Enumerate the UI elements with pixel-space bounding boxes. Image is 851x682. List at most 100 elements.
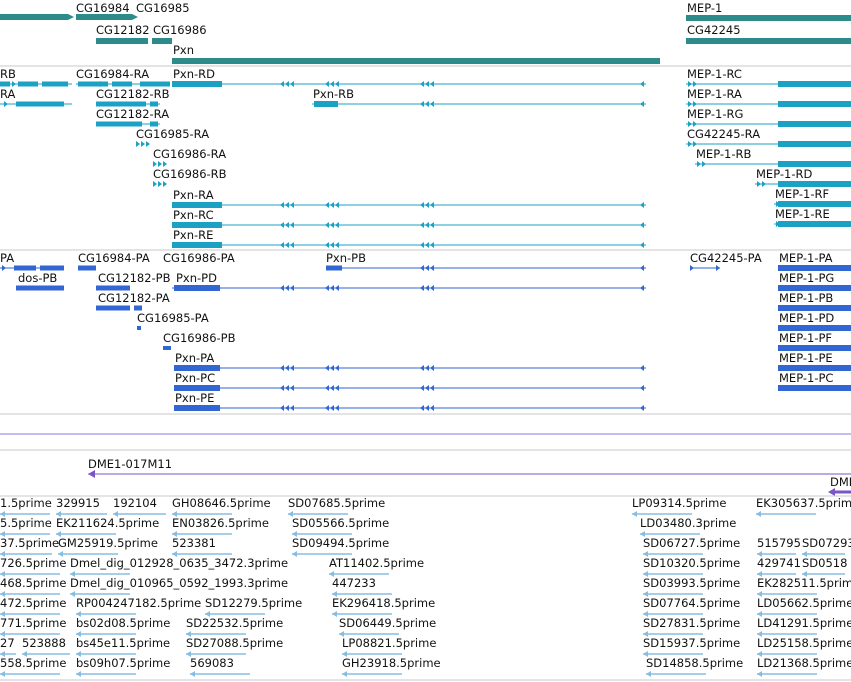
est-label[interactable]: 468.5prime [0, 576, 66, 590]
est-label[interactable]: 515795 [757, 536, 801, 550]
gene-label[interactable]: CG16984 [76, 1, 130, 15]
clone-label[interactable]: DMI [830, 475, 851, 489]
protein-label[interactable]: MEP-1-PB [779, 291, 833, 305]
gene-label[interactable]: CG16986 [153, 23, 207, 37]
protein-label[interactable]: CG16984-PA [78, 251, 150, 265]
protein-label[interactable]: MEP-1-PE [779, 351, 833, 365]
transcript-label[interactable]: Pxn-RB [313, 87, 354, 101]
protein-label[interactable]: CG16986-PA [163, 251, 235, 265]
est-label[interactable]: SD09494.5prime [292, 536, 389, 550]
gene-label[interactable]: MEP-1 [687, 1, 722, 15]
transcript-label[interactable]: CG42245-RA [687, 127, 760, 141]
transcript-label[interactable]: MEP-1-RF [775, 187, 829, 201]
est-label[interactable]: bs09h07.5prime [76, 656, 170, 670]
est-label[interactable]: LP08821.5prime [342, 636, 436, 650]
transcript-label[interactable]: Pxn-RD [173, 67, 215, 81]
est-label[interactable]: bs02d08.5prime [76, 616, 170, 630]
est-label[interactable]: EN03826.5prime [172, 516, 269, 530]
est-label[interactable]: Dmel_dig_012928_0635_3472.3prime [70, 556, 288, 570]
est-label[interactable]: SD27831.5prime [643, 616, 740, 630]
protein-label[interactable]: CG42245-PA [690, 251, 762, 265]
est-label[interactable]: SD07764.5prime [643, 596, 740, 610]
est-label[interactable]: SD06727.5prime [643, 536, 740, 550]
est-label[interactable]: LD25158.5prime [757, 636, 851, 650]
est-label[interactable]: 447233 [332, 576, 376, 590]
transcript-label[interactable]: CG16985-RA [136, 127, 209, 141]
est-label[interactable]: RP004247182.5prime [76, 596, 201, 610]
est-label[interactable]: 27 [0, 636, 15, 650]
est-label[interactable]: SD05566.5prime [292, 516, 389, 530]
transcript-label[interactable]: MEP-1-RA [687, 87, 742, 101]
protein-label[interactable]: dos-PB [18, 271, 57, 285]
transcript-label[interactable]: MEP-1-RB [696, 147, 751, 161]
est-label[interactable]: LD03480.3prime [640, 516, 736, 530]
est-label[interactable]: GM25919.5prime [58, 536, 158, 550]
est-label[interactable]: 523888 [22, 636, 66, 650]
est-label[interactable]: SD07293 [802, 536, 851, 550]
est-label[interactable]: SD15937.5prime [643, 636, 740, 650]
protein-label[interactable]: MEP-1-PD [779, 311, 834, 325]
gene-label[interactable]: CG12182 [96, 23, 150, 37]
est-label[interactable]: 569083 [190, 656, 234, 670]
est-label[interactable]: SD12279.5prime [205, 596, 302, 610]
transcript-label[interactable]: CG16986-RB [153, 167, 227, 181]
protein-label[interactable]: CG12182-PB [98, 271, 171, 285]
protein-label[interactable]: MEP-1-PG [779, 271, 834, 285]
est-label[interactable]: 523381 [172, 536, 216, 550]
est-label[interactable]: 5.5prime [0, 516, 52, 530]
gene-label[interactable]: CG16985 [136, 1, 190, 15]
est-label[interactable]: LD41291.5prime [757, 616, 851, 630]
est-label[interactable]: Dmel_dig_010965_0592_1993.3prime [70, 576, 288, 590]
est-label[interactable]: LD21368.5prime [757, 656, 851, 670]
protein-label[interactable]: PA [0, 251, 14, 265]
protein-label[interactable]: MEP-1-PF [779, 331, 832, 345]
est-label[interactable]: 558.5prime [0, 656, 66, 670]
transcript-label[interactable]: RB [0, 67, 16, 81]
gene-label[interactable]: CG42245 [687, 23, 741, 37]
transcript-label[interactable]: Pxn-RA [173, 188, 214, 202]
transcript-label[interactable]: Pxn-RE [173, 228, 213, 242]
protein-label[interactable]: CG12182-PA [98, 291, 170, 305]
est-label[interactable]: SD07685.5prime [288, 496, 385, 510]
est-label[interactable]: EK211624.5prime [56, 516, 159, 530]
est-label[interactable]: SD10320.5prime [643, 556, 740, 570]
protein-label[interactable]: CG16986-PB [163, 331, 236, 345]
est-label[interactable]: SD27088.5prime [186, 636, 283, 650]
est-label[interactable]: SD06449.5prime [339, 616, 436, 630]
transcript-label[interactable]: MEP-1-RG [687, 107, 743, 121]
est-label[interactable]: 1.5prime [0, 496, 52, 510]
est-label[interactable]: AT11402.5prime [329, 556, 424, 570]
transcript-label[interactable]: CG12182-RA [96, 107, 169, 121]
est-label[interactable]: EK282511.5prime [757, 576, 851, 590]
est-label[interactable]: 771.5prime [0, 616, 66, 630]
transcript-label[interactable]: RA [0, 87, 16, 101]
est-label[interactable]: SD22532.5prime [186, 616, 283, 630]
clone-label[interactable]: DME1-017M11 [88, 457, 172, 471]
transcript-label[interactable]: MEP-1-RD [756, 167, 812, 181]
est-label[interactable]: 329915 [56, 496, 100, 510]
protein-label[interactable]: MEP-1-PA [779, 251, 833, 265]
gene-label[interactable]: Pxn [173, 43, 194, 57]
est-label[interactable]: SD0518 [802, 556, 847, 570]
est-label[interactable]: bs45e11.5prime [76, 636, 170, 650]
protein-label[interactable]: MEP-1-PC [779, 371, 833, 385]
est-label[interactable]: 429741 [757, 556, 801, 570]
protein-label[interactable]: Pxn-PD [176, 271, 217, 285]
protein-label[interactable]: CG16985-PA [137, 311, 209, 325]
est-label[interactable]: SD14858.5prime [646, 656, 743, 670]
protein-label[interactable]: Pxn-PE [175, 391, 214, 405]
transcript-label[interactable]: CG12182-RB [96, 87, 170, 101]
est-label[interactable]: 472.5prime [0, 596, 66, 610]
est-label[interactable]: SD03993.5prime [643, 576, 740, 590]
transcript-label[interactable]: Pxn-RC [173, 208, 214, 222]
est-label[interactable]: LD05662.5prime [757, 596, 851, 610]
transcript-label[interactable]: MEP-1-RC [687, 67, 742, 81]
est-label[interactable]: 192104 [113, 496, 157, 510]
protein-label[interactable]: Pxn-PA [175, 351, 214, 365]
est-label[interactable]: EK296418.5prime [332, 596, 435, 610]
est-label[interactable]: GH23918.5prime [342, 656, 441, 670]
protein-label[interactable]: Pxn-PB [326, 251, 366, 265]
transcript-label[interactable]: CG16986-RA [153, 147, 226, 161]
est-label[interactable]: GH08646.5prime [172, 496, 271, 510]
est-label[interactable]: 37.5prime [0, 536, 59, 550]
